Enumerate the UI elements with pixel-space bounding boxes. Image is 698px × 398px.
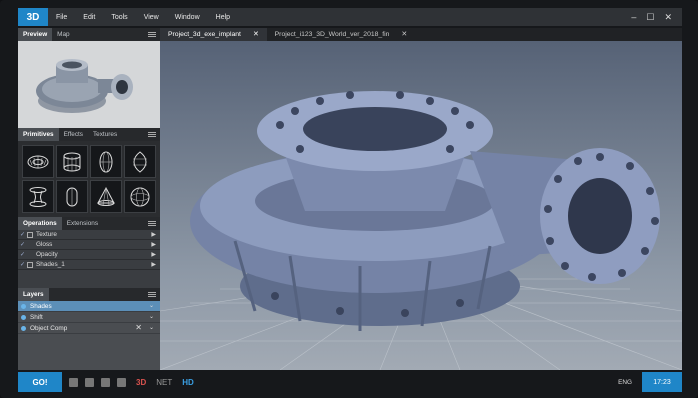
layer-row[interactable]: Shift ⌄ — [18, 312, 160, 323]
window-controls: – ☐ ✕ — [631, 12, 682, 23]
tab-effects[interactable]: Effects — [59, 128, 88, 141]
menu-file[interactable]: File — [48, 14, 75, 21]
chevron-down-icon[interactable]: ⌄ — [149, 324, 154, 331]
panel-menu-icon[interactable] — [148, 32, 156, 37]
primitive-spindle[interactable] — [124, 145, 156, 178]
left-panel: Preview Map Primitives Effects Textures — [18, 28, 160, 370]
menu-tools[interactable]: Tools — [103, 14, 135, 21]
panel-menu-icon[interactable] — [148, 292, 156, 297]
operation-row[interactable]: ✓ Shades_1 ▶ — [18, 260, 160, 270]
minimize-icon[interactable]: – — [631, 12, 636, 23]
go-button[interactable]: GO! — [18, 372, 62, 392]
operation-label: Texture — [36, 231, 57, 238]
layer-label: Shift — [30, 313, 43, 321]
layer-visibility-icon[interactable] — [21, 325, 26, 331]
doc-tab[interactable]: Project_i123_3D_World_ver_2018_fin ✕ — [267, 28, 415, 41]
operation-label: Opacity — [36, 251, 58, 258]
tab-map[interactable]: Map — [52, 28, 74, 41]
primitives-tabbar: Primitives Effects Textures — [18, 128, 160, 141]
mode-net[interactable]: NET — [156, 378, 172, 387]
operation-label: Shades_1 — [36, 261, 65, 268]
primitive-sphere[interactable] — [124, 180, 156, 213]
primitive-ellipsoid[interactable] — [90, 145, 122, 178]
doc-tab-label: Project_3d_exe_implant — [168, 31, 241, 38]
doc-tab[interactable]: Project_3d_exe_implant ✕ — [160, 28, 267, 41]
layer-label: Object Comp — [30, 324, 68, 332]
operations-list: ✓ Texture ▶ ✓ Gloss ▶ ✓ Opacity ▶ ✓ Shad… — [18, 230, 160, 270]
menu-window[interactable]: Window — [167, 14, 208, 21]
play-arrow-icon[interactable]: ▶ — [151, 261, 156, 268]
menu-edit[interactable]: Edit — [75, 14, 103, 21]
tab-preview[interactable]: Preview — [18, 28, 53, 41]
layers-tabbar: Layers — [18, 288, 160, 301]
tab-operations[interactable]: Operations — [18, 217, 62, 230]
check-icon[interactable]: ✓ — [18, 231, 27, 238]
clock: 17:23 — [642, 372, 682, 392]
preview-tabbar: Preview Map — [18, 28, 160, 41]
operation-label: Gloss — [36, 241, 53, 248]
layer-row[interactable]: Object Comp ✕ ⌄ — [18, 323, 160, 334]
primitive-spool[interactable] — [22, 180, 54, 213]
primitive-cylinder[interactable] — [56, 145, 88, 178]
app-logo: 3D — [18, 8, 48, 26]
search-icon[interactable] — [101, 377, 110, 387]
checkbox[interactable] — [27, 231, 33, 238]
check-icon[interactable]: ✓ — [18, 261, 27, 268]
mode-hd[interactable]: HD — [182, 378, 194, 387]
close-icon[interactable]: ✕ — [135, 323, 142, 332]
chevron-down-icon[interactable]: ⌄ — [149, 313, 154, 320]
layer-visibility-icon[interactable] — [21, 314, 26, 320]
primitives-grid — [18, 141, 160, 217]
check-icon[interactable]: ✓ — [18, 241, 27, 248]
monitor-icon[interactable] — [69, 377, 78, 387]
gear-icon[interactable] — [117, 377, 126, 387]
primitive-torus[interactable] — [22, 145, 54, 178]
tab-primitives[interactable]: Primitives — [18, 128, 59, 141]
operations-tabbar: Operations Extensions — [18, 217, 160, 230]
doc-tab-label: Project_i123_3D_World_ver_2018_fin — [274, 31, 390, 38]
close-icon[interactable]: ✕ — [401, 28, 407, 41]
play-arrow-icon[interactable]: ▶ — [151, 251, 156, 258]
app-window: 3D File Edit Tools View Window Help – ☐ … — [0, 0, 698, 398]
menu-help[interactable]: Help — [208, 14, 238, 21]
operation-row[interactable]: ✓ Gloss ▶ — [18, 240, 160, 250]
pump-thumbnail — [36, 59, 133, 113]
check-icon[interactable]: ✓ — [18, 251, 27, 258]
window-icon[interactable] — [85, 377, 94, 387]
operation-row[interactable]: ✓ Opacity ▶ — [18, 250, 160, 260]
chevron-down-icon[interactable]: ⌄ — [149, 302, 154, 309]
layers-panel: Layers Shades ⌄ Shift ⌄ Object Comp ✕ ⌄ — [18, 288, 160, 370]
operation-row[interactable]: ✓ Texture ▶ — [18, 230, 160, 240]
close-icon[interactable]: ✕ — [664, 12, 672, 23]
menu-view[interactable]: View — [136, 14, 167, 21]
panel-menu-icon[interactable] — [148, 221, 156, 226]
mode-3d[interactable]: 3D — [136, 378, 146, 387]
layer-label: Shades — [30, 302, 52, 310]
close-icon[interactable]: ✕ — [253, 28, 259, 41]
language-indicator[interactable]: ENG — [618, 379, 632, 386]
preview-thumbnail-area — [18, 41, 160, 128]
pump-model-render — [160, 91, 682, 370]
3d-viewport[interactable] — [160, 41, 682, 370]
layers-title: Layers — [18, 288, 49, 301]
play-arrow-icon[interactable]: ▶ — [151, 231, 156, 238]
layer-row[interactable]: Shades ⌄ — [18, 301, 160, 312]
checkbox[interactable] — [27, 261, 33, 268]
tab-textures[interactable]: Textures — [88, 128, 122, 141]
panel-menu-icon[interactable] — [148, 132, 156, 137]
taskbar: GO! 3D NET HD ENG 17:23 — [18, 372, 682, 392]
maximize-icon[interactable]: ☐ — [646, 12, 654, 23]
layer-visibility-icon[interactable] — [21, 303, 26, 309]
primitive-capsule[interactable] — [56, 180, 88, 213]
primitive-cone[interactable] — [90, 180, 122, 213]
play-arrow-icon[interactable]: ▶ — [151, 241, 156, 248]
menu-bar: 3D File Edit Tools View Window Help – ☐ … — [18, 8, 682, 26]
tab-extensions[interactable]: Extensions — [62, 217, 103, 230]
document-tabs: Project_3d_exe_implant ✕ Project_i123_3D… — [160, 28, 682, 41]
